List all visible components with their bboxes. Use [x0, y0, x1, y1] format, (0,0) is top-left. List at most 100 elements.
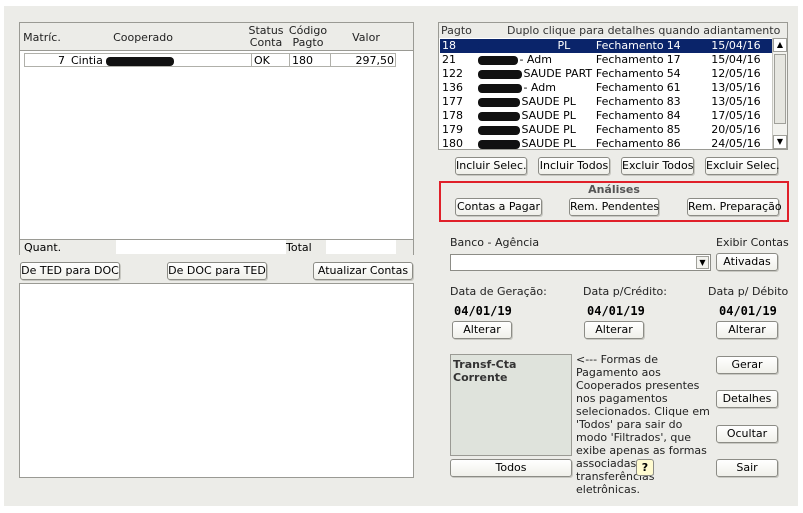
list-item-name-cell: SAUDE PL [476, 109, 593, 123]
list-item[interactable]: 177 SAUDE PL Fechamento 83 13/05/16 [440, 95, 772, 109]
redacted-name [478, 111, 521, 121]
list-item-name: SAUDE PL [521, 109, 576, 122]
sair-button[interactable]: Sair [716, 459, 778, 477]
list-item-name: - Adm [523, 81, 556, 94]
header-valor: Valor [352, 31, 380, 44]
list-item-num: 85 [666, 123, 681, 136]
ted-to-doc-button[interactable]: De TED para DOC [20, 262, 120, 280]
list-item-data: 15/04/16 [711, 39, 761, 52]
list-item-data: 20/05/16 [711, 123, 761, 136]
footer-quant: Quant. [24, 241, 62, 254]
redacted-name [478, 97, 521, 107]
list-item-pagto: 18 [442, 39, 456, 52]
pagamentos-list[interactable]: Pagto Duplo clique para detalhes quando … [438, 22, 788, 150]
contas-a-pagar-button[interactable]: Contas a Pagar [455, 198, 542, 216]
redacted-name [478, 69, 523, 79]
cooperados-table[interactable]: Matríc. Cooperado Status Conta Código Pa… [19, 22, 414, 255]
scroll-thumb[interactable] [774, 54, 786, 124]
scroll-down-arrow-icon[interactable]: ▼ [773, 135, 787, 149]
formas-pagamento-list[interactable]: Transf-Cta Corrente [450, 354, 572, 456]
list-item-num: 17 [666, 53, 681, 66]
list-scrollbar[interactable]: ▲ ▼ [772, 38, 787, 149]
row-matric: 7 [58, 54, 65, 67]
list-item[interactable]: 21 - Adm Fechamento 17 15/04/16 [440, 53, 772, 67]
data-debito-value: 04/01/19 [719, 304, 777, 318]
row-codigo: 180 [289, 54, 313, 67]
ocultar-button[interactable]: Ocultar [716, 425, 778, 443]
alterar-credito-button[interactable]: Alterar [584, 321, 644, 339]
detalhes-button[interactable]: Detalhes [716, 390, 778, 408]
list-item-name-cell: SAUDE PL [476, 137, 593, 149]
list-item-num: 54 [666, 67, 681, 80]
header-status: Status Conta [248, 24, 284, 49]
footer-total: Total [286, 241, 312, 254]
incluir-todos-button[interactable]: Incluir Todos [538, 157, 610, 175]
list-item-data: 13/05/16 [711, 81, 761, 94]
list-item-data: 15/04/16 [711, 53, 761, 66]
rem-pendentes-button[interactable]: Rem. Pendentes [569, 198, 659, 216]
list-item-pagto: 180 [442, 137, 463, 150]
header-codigo: Código Pagto [288, 24, 328, 49]
excluir-todos-button[interactable]: Excluir Todos [621, 157, 694, 175]
list-item-data: 12/05/16 [711, 67, 761, 80]
todos-button[interactable]: Todos [450, 459, 572, 477]
list-item-pagto: 178 [442, 109, 463, 122]
list-item[interactable]: 178 SAUDE PL Fechamento 84 17/05/16 [440, 109, 772, 123]
list-item-num: 84 [666, 109, 681, 122]
list-item-tipo: Fechamento [595, 95, 664, 108]
forma-transf-cta-corrente[interactable]: Transf-Cta Corrente [453, 358, 571, 384]
redacted-name [478, 139, 521, 149]
list-item-tipo: Fechamento [595, 39, 664, 52]
banco-agencia-select[interactable]: ▼ [450, 254, 711, 271]
data-geracao-label: Data de Geração: [450, 285, 547, 298]
list-item-name: SAUDE PL [521, 123, 576, 136]
data-geracao-value: 04/01/19 [454, 304, 512, 318]
banco-agencia-label: Banco - Agência [450, 236, 540, 249]
list-header-pagto: Pagto [441, 24, 472, 37]
dropdown-arrow-icon[interactable]: ▼ [696, 256, 709, 269]
list-item[interactable]: 18 PL Fechamento 14 15/04/16 [440, 39, 772, 53]
list-rows[interactable]: 18 PL Fechamento 14 15/04/16 21- Adm Fechament… [440, 39, 772, 150]
list-item-name-cell: SAUDE PL [476, 95, 593, 109]
doc-to-ted-button[interactable]: De DOC para TED [167, 262, 267, 280]
list-item[interactable]: 179 SAUDE PL Fechamento 85 20/05/16 [440, 123, 772, 137]
list-item-pagto: 122 [442, 67, 463, 80]
row-valor: 297,50 [330, 54, 394, 67]
data-credito-label: Data p/Crédito: [583, 285, 667, 298]
scroll-up-arrow-icon[interactable]: ▲ [773, 38, 787, 52]
analises-title: Análises [588, 183, 640, 196]
data-debito-label: Data p/ Débito [708, 285, 789, 298]
help-button[interactable]: ? [636, 459, 654, 476]
list-item-data: 24/05/16 [711, 137, 761, 150]
alterar-debito-button[interactable]: Alterar [716, 321, 778, 339]
gerar-button[interactable]: Gerar [716, 356, 778, 374]
list-item-tipo: Fechamento [595, 67, 664, 80]
incluir-selecionados-button[interactable]: Incluir Selec. [455, 157, 527, 175]
list-item-tipo: Fechamento [595, 123, 664, 136]
details-panel [19, 283, 414, 478]
redacted-name [106, 56, 175, 66]
table-row[interactable]: 7 Cintia OK 180 297,50 [24, 53, 396, 67]
ativadas-button[interactable]: Ativadas [716, 253, 778, 271]
list-item-name-cell: SAUDE PL [476, 123, 593, 137]
row-status: OK [251, 54, 270, 67]
list-item-name-cell: - Adm [476, 53, 593, 67]
list-header-hint: Duplo clique para detalhes quando adiant… [507, 24, 781, 37]
data-credito-value: 04/01/19 [587, 304, 645, 318]
list-item[interactable]: 180 SAUDE PL Fechamento 86 24/05/16 [440, 137, 772, 150]
alterar-geracao-button[interactable]: Alterar [452, 321, 512, 339]
footer-total-value [326, 240, 396, 254]
list-item-pagto: 136 [442, 81, 463, 94]
rem-preparacao-button[interactable]: Rem. Preparação [687, 198, 782, 216]
list-item-name: PL [557, 39, 571, 52]
list-item[interactable]: 136 - Adm Fechamento 61 13/05/16 [440, 81, 772, 95]
footer-quant-value [116, 240, 286, 254]
header-cooperado: Cooperado [113, 31, 173, 44]
excluir-selecionados-button[interactable]: Excluir Selec. [705, 157, 780, 175]
list-item-data: 13/05/16 [711, 95, 761, 108]
list-item[interactable]: 122 SAUDE PART Fechamento 54 12/05/16 [440, 67, 772, 81]
atualizar-contas-button[interactable]: Atualizar Contas [313, 262, 413, 280]
exibir-contas-label: Exibir Contas [716, 236, 789, 249]
list-item-pagto: 177 [442, 95, 463, 108]
list-item-data: 17/05/16 [711, 109, 761, 122]
